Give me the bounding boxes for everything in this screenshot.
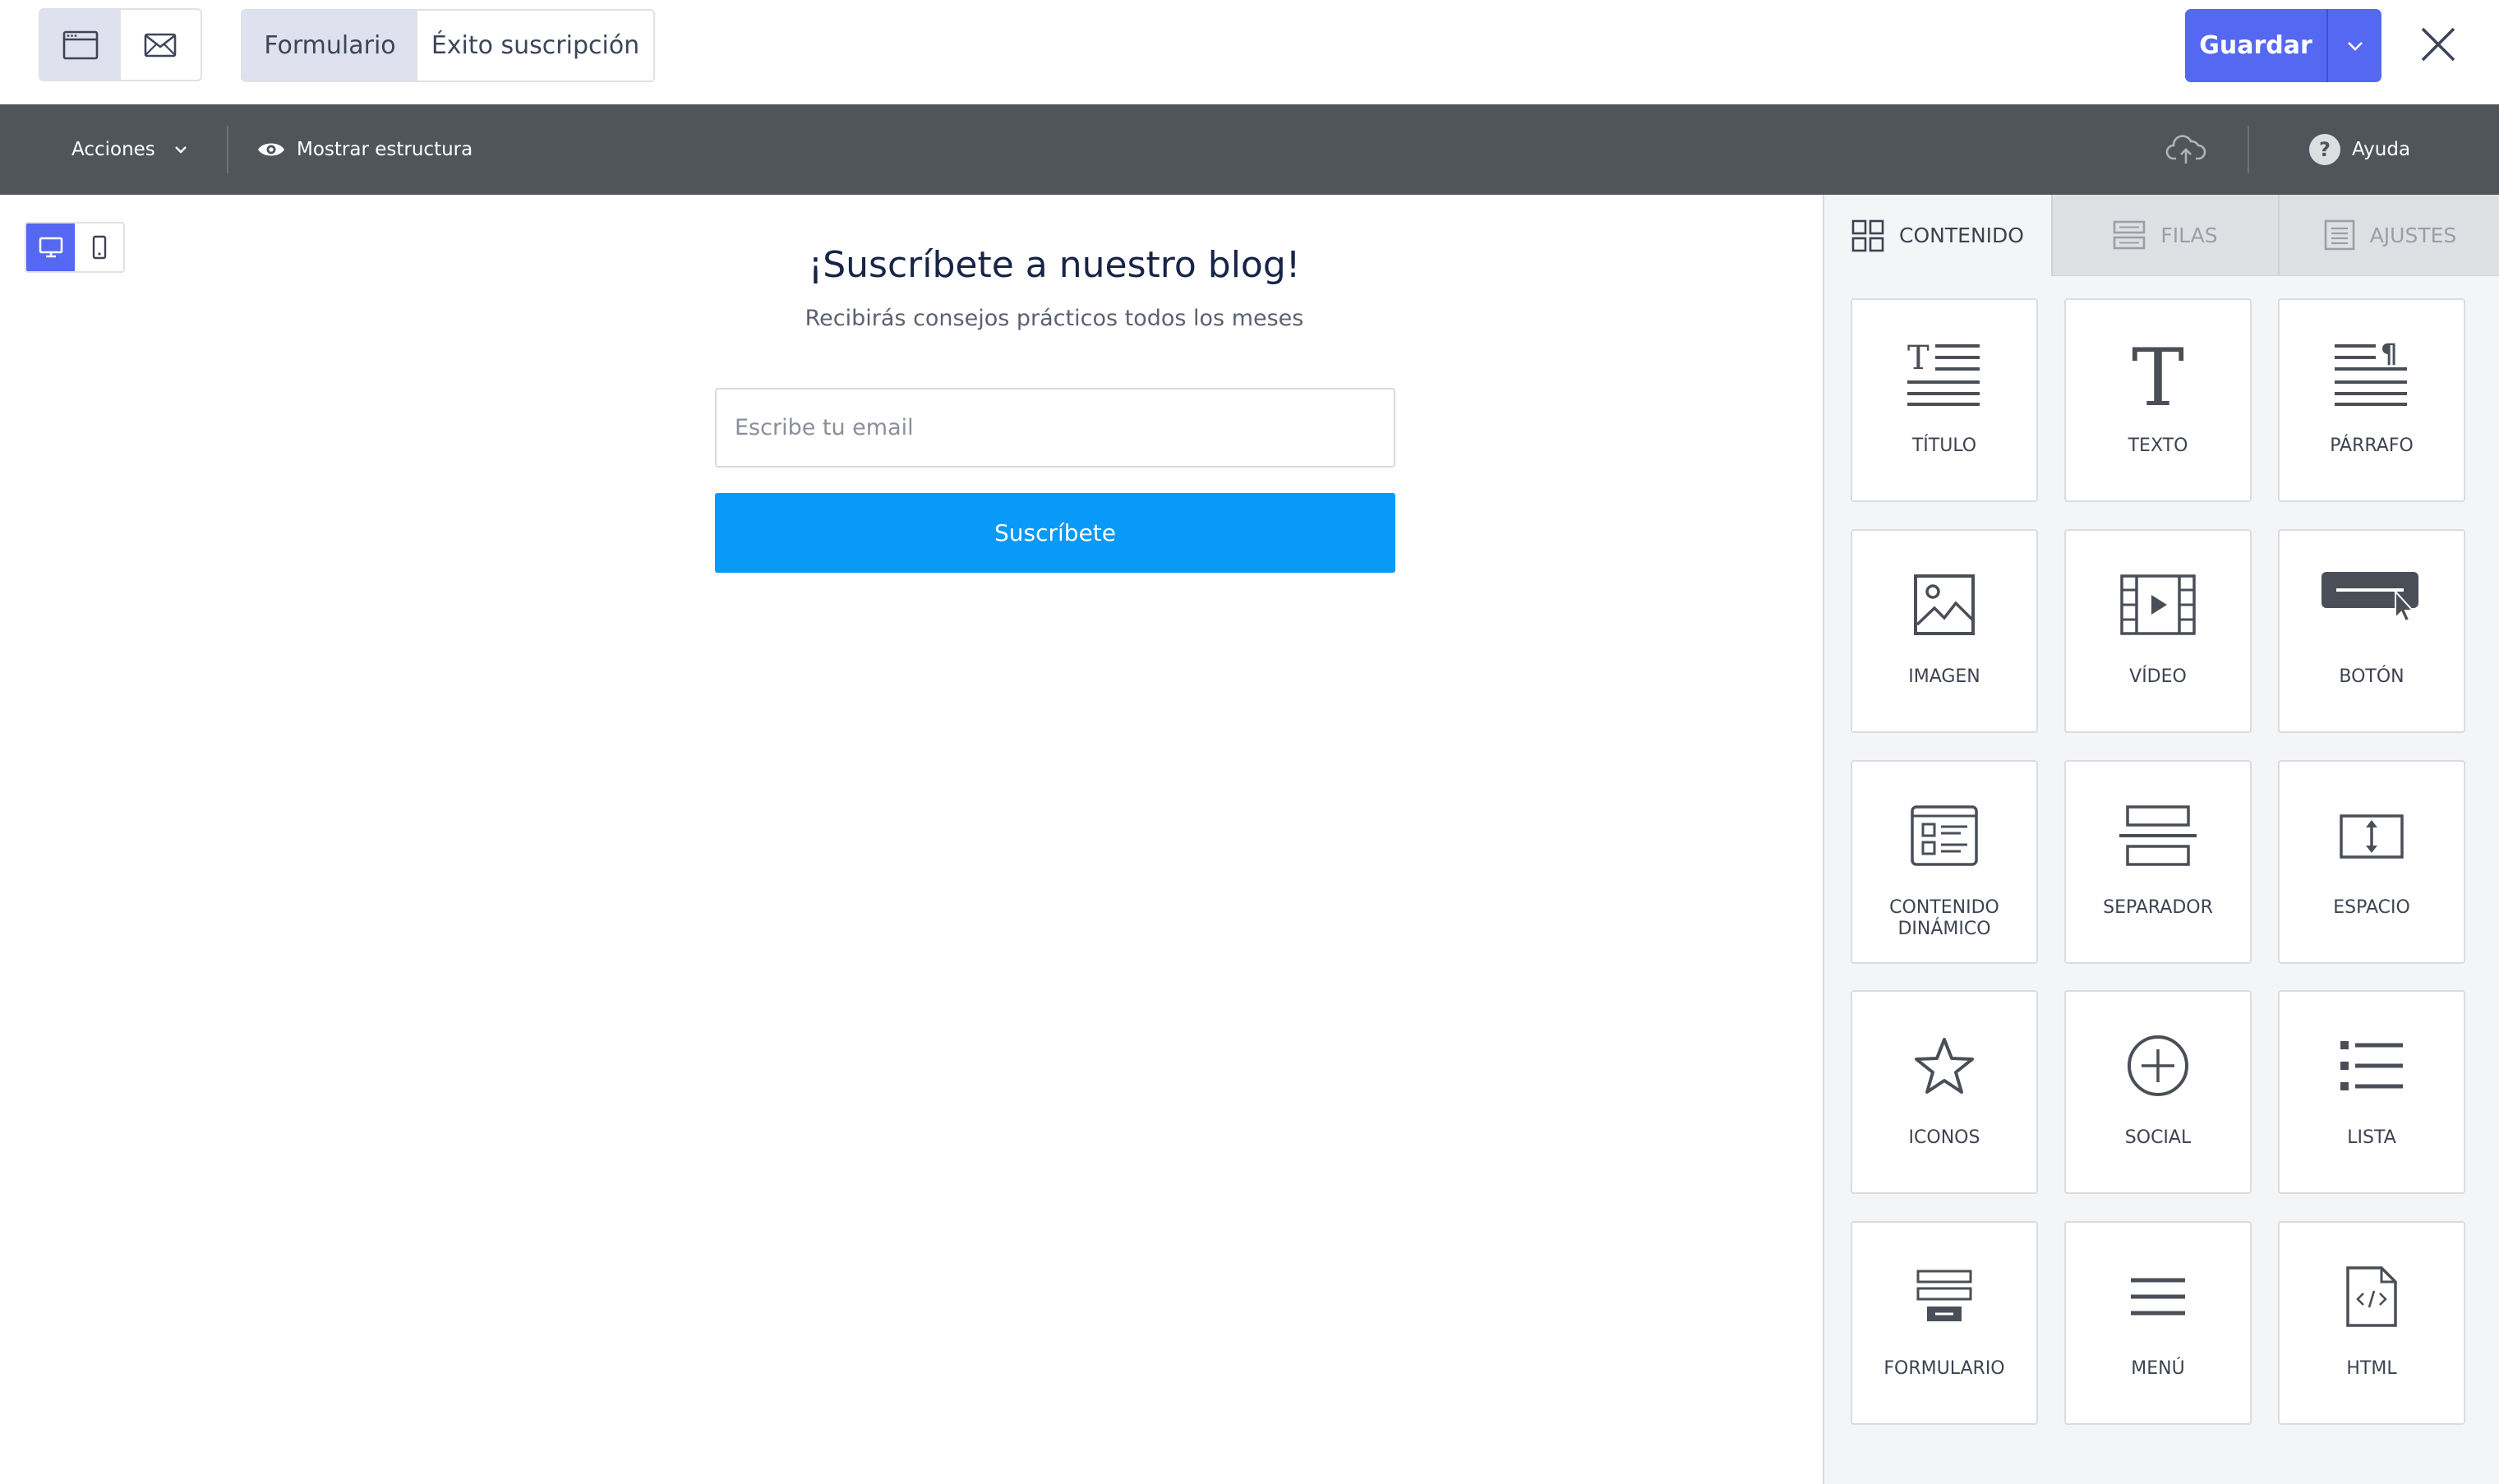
block-label: PÁRRAFO [2330, 436, 2414, 456]
html-file-icon [2346, 1266, 2397, 1327]
tab-filas[interactable]: FILAS [2051, 195, 2278, 276]
video-icon [2120, 574, 2196, 635]
block-espacio[interactable]: ESPACIO [2278, 760, 2465, 964]
subscribe-button[interactable]: Suscríbete [715, 493, 1395, 573]
block-label: MENÚ [2131, 1358, 2185, 1379]
help-button[interactable]: ? Ayuda [2309, 104, 2410, 195]
chevron-down-icon [2347, 41, 2363, 51]
help-label: Ayuda [2352, 139, 2411, 160]
block-social[interactable]: SOCIAL [2064, 990, 2252, 1194]
toolbar-divider [2248, 126, 2249, 173]
tab-exito-suscripcion[interactable]: Éxito suscripción [417, 11, 653, 81]
block-label: LISTA [2347, 1127, 2396, 1148]
block-label: VÍDEO [2129, 666, 2187, 687]
block-titulo[interactable]: T TÍTULO [1851, 298, 2038, 502]
block-label: CONTENIDO DINÁMICO [1889, 897, 1999, 939]
star-icon [1915, 1038, 1974, 1094]
block-iconos[interactable]: ICONOS [1851, 990, 2038, 1194]
save-button-group: Guardar [2185, 9, 2381, 82]
title-icon: T [1907, 341, 1980, 406]
block-html[interactable]: HTML [2278, 1221, 2465, 1425]
block-label: BOTÓN [2339, 666, 2404, 687]
button-icon [2321, 572, 2418, 623]
block-label: TEXTO [2128, 436, 2188, 456]
block-boton[interactable]: BOTÓN [2278, 529, 2465, 733]
editor-toolbar: Acciones Mostrar estructura ? Ayuda [0, 104, 2499, 195]
form-icon [1916, 1270, 1972, 1321]
image-icon [1914, 574, 1975, 635]
content-panel: CONTENIDO FILAS AJUSTES T TÍTULO T TEXTO… [1823, 195, 2499, 1484]
list-icon [2340, 1041, 2403, 1090]
block-parrafo[interactable]: ¶ PÁRRAFO [2278, 298, 2465, 502]
grid-icon [1851, 219, 1884, 251]
envelope-icon [144, 33, 177, 57]
view-email-button[interactable] [121, 10, 201, 80]
actions-menu[interactable]: Acciones [71, 104, 188, 195]
tab-formulario[interactable]: Formulario [242, 11, 417, 81]
svg-text:T: T [1907, 341, 1930, 377]
show-structure-toggle[interactable]: Mostrar estructura [257, 104, 473, 195]
block-menu[interactable]: MENÚ [2064, 1221, 2252, 1425]
block-label: ESPACIO [2333, 897, 2410, 918]
block-label: SEPARADOR [2103, 897, 2213, 918]
save-button[interactable]: Guardar [2185, 9, 2326, 82]
tab-label: AJUSTES [2369, 223, 2457, 247]
panel-tabs: CONTENIDO FILAS AJUSTES [1824, 195, 2499, 276]
block-label: IMAGEN [1908, 666, 1980, 687]
block-lista[interactable]: LISTA [2278, 990, 2465, 1194]
eye-icon [258, 143, 284, 156]
menu-icon [2131, 1278, 2185, 1316]
text-icon: T [2132, 339, 2184, 408]
close-icon [2421, 27, 2455, 62]
block-contenido-dinamico[interactable]: CONTENIDO DINÁMICO [1851, 760, 2038, 964]
svg-text:¶: ¶ [2381, 341, 2397, 369]
block-video[interactable]: VÍDEO [2064, 529, 2252, 733]
browser-window-icon [62, 30, 99, 59]
spacer-icon [2340, 814, 2404, 859]
block-texto[interactable]: T TEXTO [2064, 298, 2252, 502]
tab-contenido[interactable]: CONTENIDO [1824, 195, 2051, 276]
upload-cloud-button[interactable] [2165, 129, 2207, 170]
actions-label: Acciones [71, 139, 155, 160]
tab-ajustes[interactable]: AJUSTES [2278, 195, 2499, 276]
view-mode-toggle [39, 8, 202, 81]
settings-page-icon [2324, 219, 2355, 251]
block-label: FORMULARIO [1883, 1358, 2005, 1379]
top-bar: Formulario Éxito suscripción Guardar [0, 0, 2499, 104]
block-label: SOCIAL [2124, 1127, 2192, 1148]
close-button[interactable] [2414, 21, 2462, 68]
cloud-upload-icon [2165, 135, 2206, 164]
divider-icon [2119, 805, 2197, 866]
block-separador[interactable]: SEPARADOR [2064, 760, 2252, 964]
chevron-down-icon [174, 146, 187, 154]
form-title[interactable]: ¡Suscríbete a nuestro blog! [0, 244, 2109, 286]
svg-text:T: T [2132, 339, 2184, 408]
form-subtitle[interactable]: Recibirás consejos prácticos todos los m… [0, 306, 2109, 331]
toolbar-divider [227, 126, 228, 173]
form-canvas: ¡Suscríbete a nuestro blog! Recibirás co… [0, 195, 1823, 1484]
block-label: HTML [2346, 1358, 2397, 1379]
email-input[interactable] [715, 388, 1395, 468]
save-options-dropdown[interactable] [2328, 9, 2381, 82]
block-imagen[interactable]: IMAGEN [1851, 529, 2038, 733]
block-label: TÍTULO [1911, 436, 1977, 456]
social-plus-icon [2128, 1035, 2188, 1096]
block-formulario[interactable]: FORMULARIO [1851, 1221, 2038, 1425]
paragraph-icon: ¶ [2335, 341, 2407, 406]
show-structure-label: Mostrar estructura [297, 139, 473, 160]
block-label: ICONOS [1908, 1127, 1980, 1148]
view-form-button[interactable] [40, 10, 121, 80]
form-step-tabs: Formulario Éxito suscripción [241, 9, 655, 82]
rows-icon [2114, 220, 2146, 250]
tab-label: CONTENIDO [1899, 224, 2024, 247]
dynamic-content-icon [1911, 805, 1978, 866]
help-icon: ? [2309, 134, 2340, 165]
tab-label: FILAS [2160, 223, 2218, 247]
